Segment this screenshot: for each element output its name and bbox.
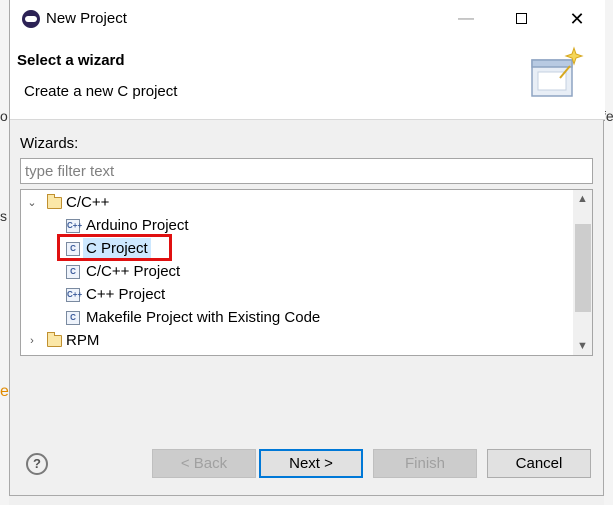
page-title: Select a wizard <box>17 52 125 69</box>
background-text: o <box>0 108 8 124</box>
tree-item-label: RPM <box>66 332 100 349</box>
chevron-right-icon[interactable]: › <box>26 330 38 352</box>
tree-item-label: Makefile Project with Existing Code <box>86 309 321 326</box>
close-button[interactable]: ✕ <box>557 4 597 34</box>
maximize-button[interactable] <box>501 4 541 34</box>
tree-item-label: C/C++ <box>66 194 110 211</box>
c-project-icon: C++ <box>66 219 82 233</box>
next-button[interactable]: Next > <box>259 449 363 478</box>
folder-icon <box>47 332 62 347</box>
window-title: New Project <box>46 10 127 27</box>
tree-item-label: C++ Project <box>86 286 166 303</box>
folder-open-icon <box>47 194 62 209</box>
tree-item-cpp-project[interactable]: C++ C++ Project <box>21 284 573 306</box>
new-project-dialog: New Project — ✕ Select a wizard Create a… <box>9 0 605 496</box>
background-text: e <box>0 383 9 400</box>
tree-item-c-cpp-project[interactable]: C C/C++ Project <box>21 261 573 283</box>
background-text: s <box>0 208 7 224</box>
scroll-up-icon[interactable]: ▲ <box>573 190 592 208</box>
background-window-left <box>0 0 9 505</box>
page-description: Create a new C project <box>24 83 178 100</box>
wizard-header: Select a wizard Create a new C project <box>10 40 605 120</box>
eclipse-icon <box>22 10 40 28</box>
wizards-label: Wizards: <box>20 135 79 152</box>
maximize-icon <box>515 13 527 24</box>
scroll-thumb[interactable] <box>575 224 591 312</box>
back-button[interactable]: < Back <box>152 449 256 478</box>
background-window-right <box>604 0 613 505</box>
tree-item-makefile-project[interactable]: C Makefile Project with Existing Code <box>21 307 573 329</box>
tree-item-c-cpp[interactable]: ⌄ C/C++ <box>21 192 573 214</box>
tree-scrollbar[interactable]: ▲ ▼ <box>573 190 592 355</box>
help-button[interactable]: ? <box>26 453 48 475</box>
title-bar[interactable]: New Project — ✕ <box>10 0 605 40</box>
annotation-highlight <box>57 234 172 261</box>
new-wizard-icon <box>531 46 584 97</box>
c-project-icon: C <box>66 311 80 325</box>
chevron-down-icon[interactable]: ⌄ <box>26 192 38 214</box>
finish-button[interactable]: Finish <box>373 449 477 478</box>
wizard-tree[interactable]: ⌄ C/C++ C++ Arduino Project C C Project … <box>20 189 593 356</box>
cancel-button[interactable]: Cancel <box>487 449 591 478</box>
minimize-button[interactable]: — <box>446 4 486 34</box>
tree-item-label: C/C++ Project <box>86 263 181 280</box>
c-project-icon: C++ <box>66 288 82 302</box>
tree-item-rpm[interactable]: › RPM <box>21 330 573 352</box>
c-project-icon: C <box>66 265 80 279</box>
scroll-down-icon[interactable]: ▼ <box>573 337 592 355</box>
filter-input[interactable] <box>20 158 593 184</box>
